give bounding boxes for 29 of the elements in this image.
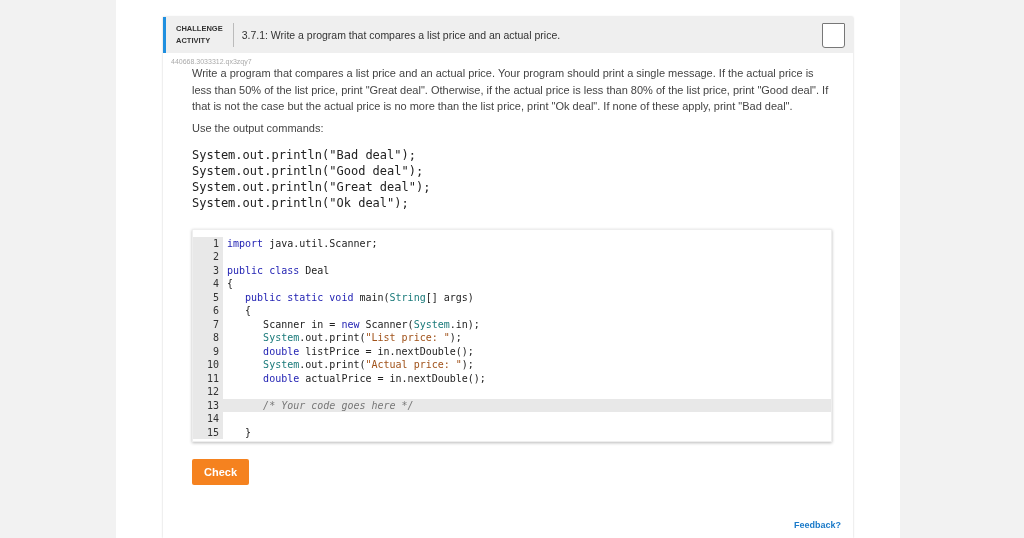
code-line: { (244, 304, 253, 318)
code-line: } (244, 425, 253, 439)
line-number: 10 (193, 358, 223, 372)
line-number: 1 (193, 236, 223, 250)
code-line: Scanner in = new Scanner(System.in); (262, 317, 481, 331)
code-line: System.out.println("Great deal"); (192, 178, 431, 195)
line-number: 4 (193, 277, 223, 291)
feedback-link[interactable]: Feedback? (793, 520, 841, 530)
code-line: public class Deal (226, 263, 331, 277)
code-line: import java.util.Scanner; (226, 236, 379, 250)
activity-title: 3.7.1: Write a program that compares a list price and an actual price. (241, 29, 562, 41)
line-number: 8 (193, 331, 223, 345)
line-number: 2 (193, 250, 223, 264)
code-line: System.out.println("Good deal"); (192, 162, 424, 179)
code-editor[interactable] (192, 228, 832, 442)
line-number: 12 (193, 385, 223, 399)
instruction-text: Use the output commands: (192, 121, 325, 134)
code-line: System.out.println("Bad deal"); (192, 146, 416, 163)
description-text: Write a program that compares a list price and an actual price. Your program should print a single message. If the actual price is less than 50% of the list price, print "Great deal". Otherwise, if the actual price is less than 80% of the list price, print "Good deal". If that is not the case but the actual price is no more than the list price, print "Ok deal". If none of these apply, print "Bad deal". (192, 66, 830, 114)
code-line: double actualPrice = in.nextDouble(); (262, 371, 487, 385)
code-line: { (226, 277, 235, 291)
code-line: System.out.println("Ok deal"); (192, 194, 409, 211)
code-line: System.out.print("List price: "); (262, 331, 463, 345)
check-button[interactable]: Check (192, 458, 249, 485)
line-number: 6 (193, 304, 223, 318)
code-line: public static void main(String[] args) (244, 290, 475, 304)
code-line: System.out.print("Actual price: "); (262, 358, 475, 372)
code-line: double listPrice = in.nextDouble(); (262, 344, 475, 358)
line-number: 14 (193, 412, 223, 426)
